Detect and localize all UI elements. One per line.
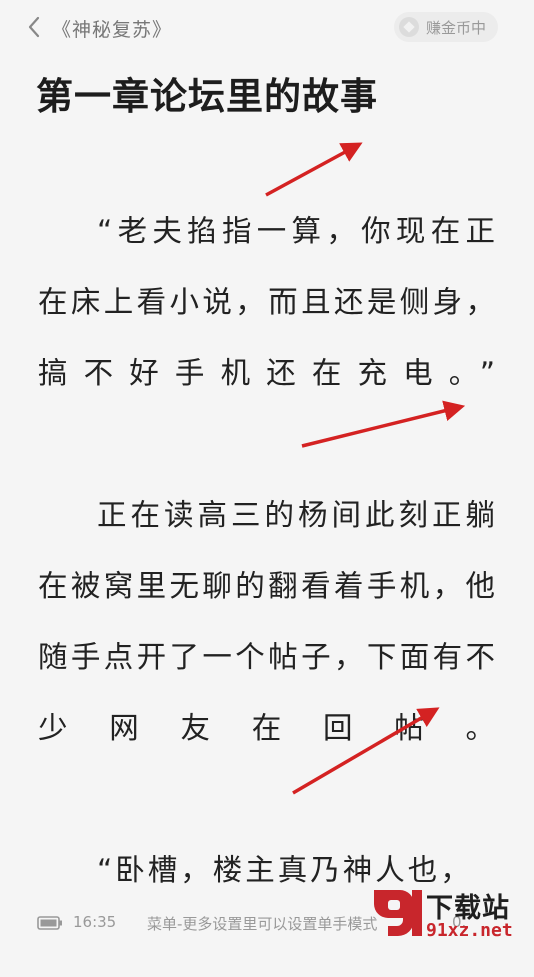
- top-bar: 《神秘复苏》 赚金币中: [0, 0, 534, 56]
- paragraph: 正在读高三的杨间此刻正躺在被窝里无聊的翻看着手机，他随手点开了一个帖子，下面有不…: [38, 498, 498, 745]
- site-watermark: 下载站 91xz.net: [368, 886, 528, 946]
- clock-time: 16:35: [73, 913, 117, 931]
- earn-coins-button[interactable]: 赚金币中: [394, 12, 498, 42]
- watermark-url: 91xz.net: [426, 920, 513, 941]
- earn-coins-label: 赚金币中: [426, 18, 487, 37]
- book-title[interactable]: 《神秘复苏》: [52, 15, 172, 42]
- battery-icon: [37, 916, 62, 930]
- chapter-title: 第一章论坛里的故事: [36, 75, 378, 118]
- annotation-arrow: [265, 142, 363, 197]
- reading-content[interactable]: “老夫掐指一算，你现在正在床上看小说，而且还是侧身，搞不好手机还在充电。” 正在…: [38, 196, 498, 977]
- chevron-left-icon: [28, 16, 40, 38]
- back-button[interactable]: [22, 12, 46, 42]
- watermark-logo-icon: [374, 890, 422, 936]
- settings-hint: 菜单-更多设置里可以设置单手模式: [147, 915, 378, 933]
- paragraph: “老夫掐指一算，你现在正在床上看小说，而且还是侧身，搞不好手机还在充电。”: [38, 214, 498, 390]
- coin-icon: [399, 17, 419, 37]
